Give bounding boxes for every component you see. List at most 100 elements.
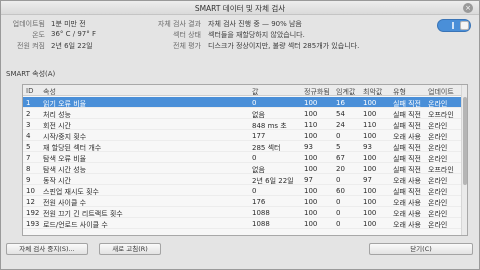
table-row[interactable]: 9동작 시간2년 6일 22일97097오래 사용온라인정상함 — [23, 174, 467, 185]
temperature-value: 36° C / 97° F — [51, 30, 96, 38]
table-scrollbar[interactable] — [461, 85, 467, 235]
powered-on-value: 2년 6일 22일 — [51, 42, 93, 50]
smart-attributes-heading: SMART 속성(A) — [6, 70, 56, 78]
cell-normalized: 100 — [304, 220, 318, 228]
cell-worst: 93 — [363, 143, 372, 151]
col-header-threshold[interactable]: 임계값 — [336, 87, 366, 97]
table-row[interactable]: 10스핀업 재시도 횟수010060100실패 직전온라인정상함 — [23, 185, 467, 196]
self-test-label: 자체 검사 결과 — [157, 20, 201, 28]
cell-worst: 100 — [363, 154, 377, 162]
assessment-value: 디스크가 정상이지만, 불량 섹터 285개가 있습니다. — [208, 42, 360, 50]
sectors-label: 섹터 상태 — [173, 31, 201, 39]
cell-normalized: 93 — [304, 143, 313, 151]
cell-worst: 100 — [363, 220, 377, 228]
cell-threshold: 60 — [336, 187, 345, 195]
updated-value: 1분 미만 전 — [51, 20, 86, 28]
cell-normalized: 100 — [304, 154, 318, 162]
cell-threshold: 20 — [336, 165, 345, 173]
table-row[interactable]: 192전원 끄기 긴 리트랙트 횟수10881000100오래 사용온라인정상함 — [23, 207, 467, 218]
cell-normalized: 100 — [304, 198, 318, 206]
cell-normalized: 100 — [304, 209, 318, 217]
smart-attributes-table: ID 속성 값 정규화됨 임계값 최악값 유형 업데이트 평가 1읽기 오류 비… — [22, 84, 468, 236]
cell-threshold: 0 — [336, 209, 341, 217]
close-window-icon[interactable]: × — [463, 3, 473, 13]
cell-worst: 110 — [363, 121, 377, 129]
close-button[interactable]: 닫기(C) — [369, 243, 473, 255]
powered-on-label: 전원 켜짐 — [17, 42, 45, 50]
info-left: 업데이트됨 1분 미만 전 온도 36° C / 97° F 전원 켜짐 2년 … — [1, 18, 151, 62]
cell-worst: 100 — [363, 198, 377, 206]
col-header-attribute[interactable]: 속성 — [43, 87, 248, 97]
stop-self-test-button[interactable]: 자체 검사 중지(S)... — [6, 243, 88, 255]
col-header-type[interactable]: 유형 — [393, 87, 426, 97]
info-right: 자체 검사 결과 자체 검사 진행 중 — 90% 남음 섹터 상태 섹터들을 … — [151, 18, 473, 62]
cell-value: 177 — [252, 132, 266, 140]
cell-threshold: 0 — [336, 220, 341, 228]
info-row-self-test: 자체 검사 결과 자체 검사 진행 중 — 90% 남음 — [151, 18, 473, 29]
cell-value: 176 — [252, 198, 266, 206]
info-row-assessment: 전체 평가 디스크가 정상이지만, 불량 섹터 285개가 있습니다. — [151, 40, 473, 51]
cell-value: 0 — [252, 187, 257, 195]
cell-normalized: 100 — [304, 132, 318, 140]
table-row[interactable]: 1읽기 오류 비율010016100실패 직전온라인정상함 — [23, 97, 467, 108]
cell-threshold: 5 — [336, 143, 341, 151]
col-header-value[interactable]: 값 — [252, 87, 305, 97]
cell-normalized: 110 — [304, 121, 318, 129]
cell-normalized: 97 — [304, 176, 313, 184]
cell-worst: 100 — [363, 132, 377, 140]
cell-worst: 100 — [363, 110, 377, 118]
cell-attribute: 로드/언로드 사이클 수 — [43, 221, 108, 229]
col-header-worst[interactable]: 최악값 — [363, 87, 393, 97]
cell-threshold: 24 — [336, 121, 345, 129]
cell-threshold: 0 — [336, 132, 341, 140]
cell-worst: 100 — [363, 187, 377, 195]
col-header-updates[interactable]: 업데이트 — [428, 87, 464, 97]
toggle-on-mark — [452, 22, 454, 29]
table-row[interactable]: 4시작/중지 횟수1771000100오래 사용온라인정상함 — [23, 130, 467, 141]
cell-normalized: 100 — [304, 99, 318, 107]
cell-type: 오래 사용 — [393, 221, 421, 229]
smart-enable-toggle[interactable] — [437, 19, 471, 32]
cell-normalized: 100 — [304, 165, 318, 173]
info-row-powered-on: 전원 켜짐 2년 6일 22일 — [1, 40, 151, 51]
cell-normalized: 100 — [304, 187, 318, 195]
cell-normalized: 100 — [304, 110, 318, 118]
smart-dialog: SMART 데이터 및 자체 검사 × 업데이트됨 1분 미만 전 온도 36°… — [0, 0, 480, 270]
cell-value: 0 — [252, 99, 257, 107]
cell-threshold: 16 — [336, 99, 345, 107]
scrollbar-thumb[interactable] — [463, 97, 467, 185]
cell-threshold: 0 — [336, 198, 341, 206]
refresh-button[interactable]: 새로 고침(R) — [99, 243, 161, 255]
table-row[interactable]: 8탐색 시간 성능없음10020100실패 직전오프라인정상함 — [23, 163, 467, 174]
cell-value: 0 — [252, 154, 257, 162]
info-row-updated: 업데이트됨 1분 미만 전 — [1, 18, 151, 29]
cell-threshold: 54 — [336, 110, 345, 118]
cell-threshold: 0 — [336, 176, 341, 184]
table-row[interactable]: 5재 할당된 섹터 개수285 섹터93593실패 직전온라인정상함 — [23, 141, 467, 152]
table-row[interactable]: 3회전 시간848 ms 초11024110실패 직전온라인정상함 — [23, 119, 467, 130]
info-row-sectors: 섹터 상태 섹터들을 재할당하지 않았습니다. — [151, 29, 473, 40]
sectors-value: 섹터들을 재할당하지 않았습니다. — [208, 31, 305, 39]
temperature-label: 온도 — [32, 31, 45, 39]
table-header: ID 속성 값 정규화됨 임계값 최악값 유형 업데이트 평가 — [23, 85, 467, 97]
cell-worst: 100 — [363, 99, 377, 107]
cell-worst: 100 — [363, 165, 377, 173]
info-row-temperature: 온도 36° C / 97° F — [1, 29, 151, 40]
col-header-normalized[interactable]: 정규화됨 — [304, 87, 334, 97]
updated-label: 업데이트됨 — [12, 20, 45, 28]
cell-updates: 온라인 — [428, 221, 448, 229]
cell-threshold: 67 — [336, 154, 345, 162]
table-row[interactable]: 12전원 사이클 수1761000100오래 사용온라인정상함 — [23, 196, 467, 207]
self-test-value: 자체 검사 진행 중 — 90% 남음 — [208, 20, 302, 28]
cell-worst: 100 — [363, 209, 377, 217]
cell-value: 1088 — [252, 220, 270, 228]
window-title: SMART 데이터 및 자체 검사 — [194, 4, 286, 13]
cell-value: 1088 — [252, 209, 270, 217]
table-row[interactable]: 7탐색 오류 비율010067100실패 직전온라인정상함 — [23, 152, 467, 163]
toggle-knob — [460, 21, 469, 30]
assessment-label: 전체 평가 — [173, 42, 201, 50]
title-bar: SMART 데이터 및 자체 검사 × — [1, 1, 479, 15]
table-row[interactable]: 2처리 성능없음10054100실패 직전오프라인정상함 — [23, 108, 467, 119]
table-body: 1읽기 오류 비율010016100실패 직전온라인정상함2처리 성능없음100… — [23, 97, 467, 229]
table-row[interactable]: 193로드/언로드 사이클 수10881000100오래 사용온라인정상함 — [23, 218, 467, 229]
